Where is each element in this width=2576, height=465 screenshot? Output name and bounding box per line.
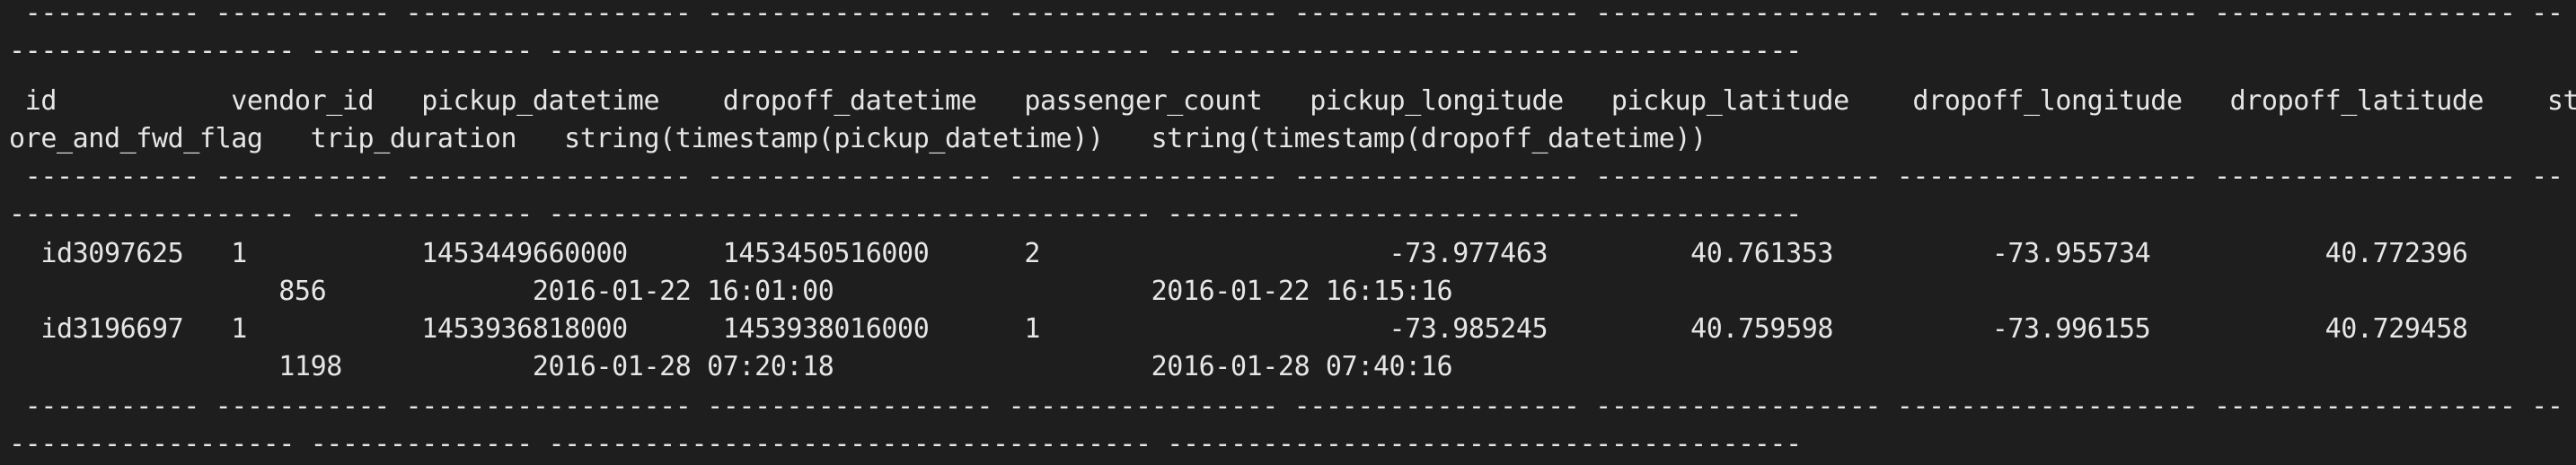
table-row: id3196697 1 1453936818000 1453938016000 … <box>9 313 2576 345</box>
table-border-top: ----------- ----------- ----------------… <box>9 0 2563 29</box>
table-row: id3097625 1 1453449660000 1453450516000 … <box>9 238 2576 269</box>
terminal-output[interactable]: ----------- ----------- ----------------… <box>0 0 2576 465</box>
table-border-header: ----------- ----------- ----------------… <box>9 161 2563 192</box>
table-border-header-wrap: ------------------ -------------- ------… <box>9 198 1802 230</box>
table-row-wrap: 1198 2016-01-28 07:20:18 2016-01-28 07:4… <box>9 351 1453 382</box>
table-border-bottom-wrap: ------------------ -------------- ------… <box>9 428 1802 460</box>
table-border-bottom: ----------- ----------- ----------------… <box>9 390 2563 422</box>
table-header: id vendor_id pickup_datetime dropoff_dat… <box>9 85 2576 117</box>
table-header-wrap: ore_and_fwd_flag trip_duration string(ti… <box>9 123 1707 154</box>
table-row-wrap: 856 2016-01-22 16:01:00 2016-01-22 16:15… <box>9 276 1453 307</box>
table-border-top-wrap: ------------------ -------------- ------… <box>9 35 1802 66</box>
